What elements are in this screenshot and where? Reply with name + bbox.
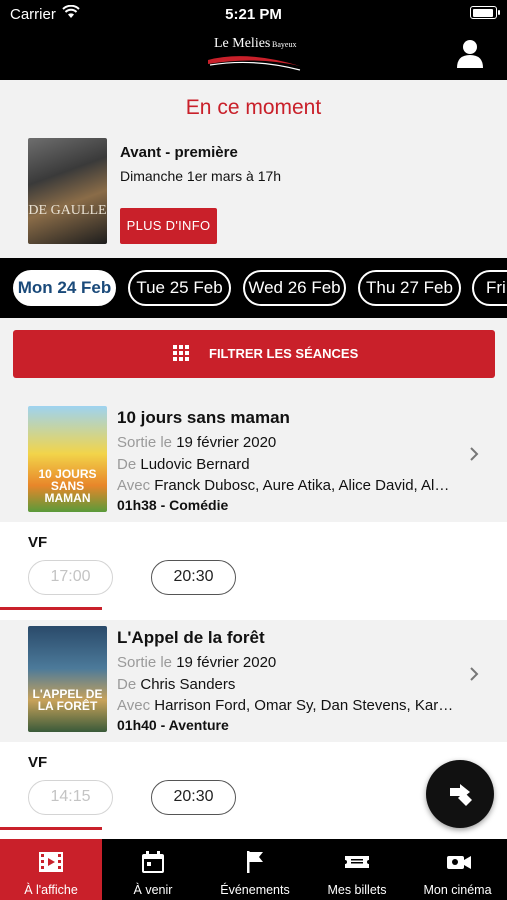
poster-title: 10 JOURS SANS MAMAN [38,467,97,505]
language-label: VF [28,754,48,771]
chevron-right-icon[interactable] [469,666,479,682]
tab-now-showing[interactable]: À l'affiche [0,839,102,900]
tab-my-cinema[interactable]: Mon cinéma [408,839,507,900]
tab-label: Mon cinéma [423,883,492,897]
movie-poster[interactable]: L'APPEL DE LA FORÊT [28,626,107,732]
movie-poster[interactable]: 10 JOURS SANS MAMAN [28,406,107,512]
date-pill-wed-26[interactable]: Wed 26 Feb [243,270,346,306]
more-info-button[interactable]: PLUS D'INFO [120,208,217,244]
chevron-right-icon[interactable] [469,446,479,462]
movie-cast: Avec Franck Dubosc, Aure Atika, Alice Da… [117,477,457,494]
date-pill-fri[interactable]: Fri [472,270,507,306]
logo-subtext: Bayeux [272,40,297,49]
tab-label: Mes billets [327,883,387,897]
movie-release: Sortie le 19 février 2020 [117,654,277,671]
date-pill-thu-27[interactable]: Thu 27 Feb [358,270,461,306]
movie-header[interactable]: 10 JOURS SANS MAMAN 10 jours sans maman … [0,400,507,522]
tab-coming-soon[interactable]: À venir [102,839,204,900]
keypad-icon [173,345,189,361]
movie-title: 10 jours sans maman [117,408,290,427]
movie-director: De Chris Sanders [117,676,236,693]
flag-icon [247,851,263,873]
cinema-logo[interactable]: Le Melies Bayeux [200,34,310,76]
camera-icon [447,856,471,869]
logo-swoosh-icon [208,56,301,71]
movie-cast: Avec Harrison Ford, Omar Sy, Dan Stevens… [117,697,457,714]
tab-label: À l'affiche [24,883,78,897]
ticket-arrow-icon [450,784,472,806]
tab-label: Événements [220,883,290,897]
tab-label: À venir [133,883,173,897]
featured-heading: En ce moment [185,96,322,119]
status-bar: Carrier 5:21 PM [0,0,507,28]
movie-title: L'Appel de la forêt [117,628,265,647]
featured-date: Dimanche 1er mars à 17h [120,168,282,184]
status-time: 5:21 PM [225,6,282,23]
movie-release: Sortie le 19 février 2020 [117,434,277,451]
featured-title: Avant - première [120,144,238,161]
date-pill-tue-25[interactable]: Tue 25 Feb [128,270,231,306]
featured-poster-title: DE GAULLE [28,203,107,218]
date-pill-mon-24[interactable]: Mon 24 Feb [13,270,116,306]
movie-card: 10 JOURS SANS MAMAN 10 jours sans maman … [0,400,507,620]
date-selector: Mon 24 Feb Tue 25 Feb Wed 26 Feb Thu 27 … [0,258,507,318]
poster-title: L'APPEL DE LA FORÊT [32,687,103,713]
ticket-icon [345,856,369,868]
showtimes: VF 17:00 20:30 [0,522,507,620]
showtime-button[interactable]: 17:00 [28,560,113,595]
movie-header[interactable]: L'APPEL DE LA FORÊT L'Appel de la forêt … [0,620,507,742]
showtime-button[interactable]: 14:15 [28,780,113,815]
day-progress-bar [0,607,102,610]
movie-duration-genre: 01h38 - Comédie [117,497,229,513]
tab-my-tickets[interactable]: Mes billets [306,839,408,900]
floating-action-button[interactable] [426,760,494,828]
filter-sessions-button[interactable]: FILTRER LES SÉANCES [13,330,495,378]
showtime-button[interactable]: 20:30 [151,560,236,595]
movie-duration-genre: 01h40 - Aventure [117,717,229,733]
tab-events[interactable]: Événements [204,839,306,900]
calendar-icon [142,851,164,873]
filter-label: FILTRER LES SÉANCES [209,346,359,361]
day-progress-bar [0,827,102,830]
tab-bar: À l'affiche À venir Événements Mes bille… [0,839,507,900]
battery-icon [470,6,500,19]
showtime-button[interactable]: 20:30 [151,780,236,815]
top-bar: Carrier 5:21 PM Le Melies Bayeux [0,0,507,80]
featured-section: En ce moment DE GAULLE Avant - première … [0,80,507,258]
film-icon [39,852,63,872]
featured-poster[interactable]: DE GAULLE [28,138,107,244]
user-icon[interactable] [455,38,485,68]
language-label: VF [28,534,48,551]
movie-director: De Ludovic Bernard [117,456,250,473]
